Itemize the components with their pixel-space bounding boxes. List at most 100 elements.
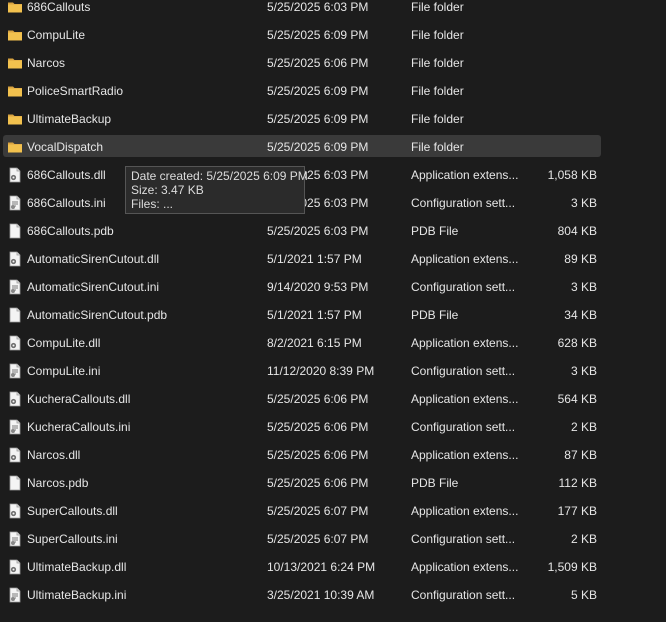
file-row[interactable]: PoliceSmartRadio 5/25/2025 6:09 PM File fo… — [0, 78, 666, 106]
file-date-modified: 8/2/2021 6:15 PM — [267, 336, 362, 350]
file-name[interactable]: UltimateBackup.dll — [27, 560, 126, 574]
file-name[interactable]: SuperCallouts.dll — [27, 504, 118, 518]
dll-file-icon — [7, 251, 23, 267]
file-row[interactable]: CompuLite.dll 8/2/2021 6:15 PM Application… — [0, 330, 666, 358]
file-date-modified: 9/14/2020 9:53 PM — [267, 280, 369, 294]
file-name[interactable]: SuperCallouts.ini — [27, 532, 118, 546]
ini-file-icon — [7, 195, 23, 211]
file-name[interactable]: 686Callouts.dll — [27, 168, 106, 182]
file-row[interactable]: 686Callouts 5/25/2025 6:03 PM File folder — [0, 0, 666, 22]
file-name[interactable]: Narcos.dll — [27, 448, 80, 462]
file-row[interactable]: UltimateBackup 5/25/2025 6:09 PM File fold… — [0, 106, 666, 134]
file-name[interactable]: Narcos — [27, 56, 65, 70]
file-date-modified: 5/25/2025 6:06 PM — [267, 476, 369, 490]
file-row[interactable]: SuperCallouts.ini 5/25/2025 6:07 PM Config… — [0, 526, 666, 554]
file-row[interactable]: CompuLite 5/25/2025 6:09 PM File folder — [0, 22, 666, 50]
file-date-modified: 11/12/2020 8:39 PM — [267, 364, 375, 378]
file-name[interactable]: VocalDispatch — [27, 140, 103, 154]
file-name[interactable]: UltimateBackup — [27, 112, 111, 126]
file-row[interactable]: AutomaticSirenCutout.pdb 5/1/2021 1:57 PM… — [0, 302, 666, 330]
file-size: 1,509 KB — [547, 560, 597, 574]
dll-file-icon — [7, 503, 23, 519]
file-name[interactable]: Narcos.pdb — [27, 476, 88, 490]
file-name[interactable]: KucheraCallouts.ini — [27, 420, 130, 434]
file-name[interactable]: CompuLite — [27, 28, 85, 42]
ini-file-icon — [7, 279, 23, 295]
file-type: File folder — [411, 28, 464, 42]
file-size: 5 KB — [570, 588, 597, 602]
tooltip-files: Files: ... — [131, 197, 174, 211]
dll-file-icon — [7, 335, 23, 351]
folder-icon — [7, 83, 23, 99]
file-date-modified: 5/25/2025 6:07 PM — [267, 504, 369, 518]
file-size: 89 KB — [564, 252, 597, 266]
blank-file-icon — [7, 223, 23, 239]
file-row[interactable]: CompuLite.ini 11/12/2020 8:39 PM Configura… — [0, 358, 666, 386]
file-type: Configuration sett... — [411, 196, 516, 210]
file-date-modified: 5/25/2025 6:03 PM — [267, 0, 369, 14]
file-row[interactable]: 686Callouts.pdb 5/25/2025 6:03 PM PDB File… — [0, 218, 666, 246]
file-size: 804 KB — [557, 224, 597, 238]
file-date-modified: 5/25/2025 6:09 PM — [267, 140, 369, 154]
file-name[interactable]: UltimateBackup.ini — [27, 588, 126, 602]
folder-icon — [7, 139, 23, 155]
file-name[interactable]: AutomaticSirenCutout.ini — [27, 280, 159, 294]
ini-file-icon — [7, 531, 23, 547]
file-type: Configuration sett... — [411, 364, 516, 378]
file-row[interactable]: Narcos.dll 5/25/2025 6:06 PM Application e… — [0, 442, 666, 470]
file-date-modified: 5/25/2025 6:06 PM — [267, 420, 369, 434]
file-size: 3 KB — [570, 280, 597, 294]
file-date-modified: 5/25/2025 6:09 PM — [267, 84, 369, 98]
file-size: 3 KB — [570, 364, 597, 378]
file-name[interactable]: PoliceSmartRadio — [27, 84, 123, 98]
file-date-modified: 5/25/2025 6:06 PM — [267, 56, 369, 70]
file-row[interactable]: SuperCallouts.dll 5/25/2025 6:07 PM Applic… — [0, 498, 666, 526]
file-name[interactable]: CompuLite.ini — [27, 364, 100, 378]
file-type: File folder — [411, 56, 464, 70]
file-size: 177 KB — [557, 504, 597, 518]
folder-icon — [7, 0, 23, 15]
file-row[interactable]: Narcos.pdb 5/25/2025 6:06 PM PDB File 112 K… — [0, 470, 666, 498]
file-size: 112 KB — [558, 476, 597, 490]
file-type: Configuration sett... — [411, 280, 516, 294]
file-name[interactable]: KucheraCallouts.dll — [27, 392, 130, 406]
file-row[interactable]: Narcos 5/25/2025 6:06 PM File folder — [0, 50, 666, 78]
file-date-modified: 5/25/2025 6:07 PM — [267, 532, 369, 546]
ini-file-icon — [7, 363, 23, 379]
dll-file-icon — [7, 559, 23, 575]
file-row[interactable]: VocalDispatch 5/25/2025 6:09 PM File folde… — [0, 134, 666, 162]
file-row[interactable]: 686Callouts.ini 5/25/2025 6:03 PM Configur… — [0, 190, 666, 218]
file-type: Application extens... — [411, 448, 519, 462]
file-name[interactable]: 686Callouts.ini — [27, 196, 106, 210]
file-size: 87 KB — [564, 448, 597, 462]
file-date-modified: 5/25/2025 6:09 PM — [267, 28, 369, 42]
file-row[interactable]: UltimateBackup.ini 3/25/2021 10:39 AM Conf… — [0, 582, 666, 610]
file-row[interactable]: KucheraCallouts.dll 5/25/2025 6:06 PM Appl… — [0, 386, 666, 414]
file-date-modified: 5/1/2021 1:57 PM — [267, 308, 362, 322]
file-name[interactable]: CompuLite.dll — [27, 336, 100, 350]
file-date-modified: 5/1/2021 1:57 PM — [267, 252, 362, 266]
file-size: 3 KB — [570, 196, 597, 210]
file-name[interactable]: AutomaticSirenCutout.dll — [27, 252, 159, 266]
file-name[interactable]: 686Callouts.pdb — [27, 224, 114, 238]
blank-file-icon — [7, 475, 23, 491]
ini-file-icon — [7, 587, 23, 603]
file-size: 1,058 KB — [547, 168, 597, 182]
file-type: Application extens... — [411, 392, 519, 406]
file-name[interactable]: AutomaticSirenCutout.pdb — [27, 308, 167, 322]
file-size: 2 KB — [570, 532, 597, 546]
file-type: File folder — [411, 0, 464, 14]
file-row[interactable]: AutomaticSirenCutout.ini 9/14/2020 9:53 P… — [0, 274, 666, 302]
file-type: Application extens... — [411, 336, 519, 350]
file-row[interactable]: 686Callouts.dll 5/25/2025 6:03 PM Applicat… — [0, 162, 666, 190]
folder-info-tooltip: Date created: 5/25/2025 6:09 PM Size: 3.… — [125, 166, 308, 214]
file-date-modified: 5/25/2025 6:06 PM — [267, 448, 369, 462]
file-row[interactable]: UltimateBackup.dll 10/13/2021 6:24 PM Appl… — [0, 554, 666, 582]
file-size: 34 KB — [564, 308, 597, 322]
file-name[interactable]: 686Callouts — [27, 0, 90, 14]
file-date-modified: 5/25/2025 6:09 PM — [267, 112, 369, 126]
file-row[interactable]: KucheraCallouts.ini 5/25/2025 6:06 PM Conf… — [0, 414, 666, 442]
file-row[interactable]: AutomaticSirenCutout.dll 5/1/2021 1:57 PM… — [0, 246, 666, 274]
file-type: Application extens... — [411, 560, 519, 574]
file-type: PDB File — [411, 224, 459, 238]
